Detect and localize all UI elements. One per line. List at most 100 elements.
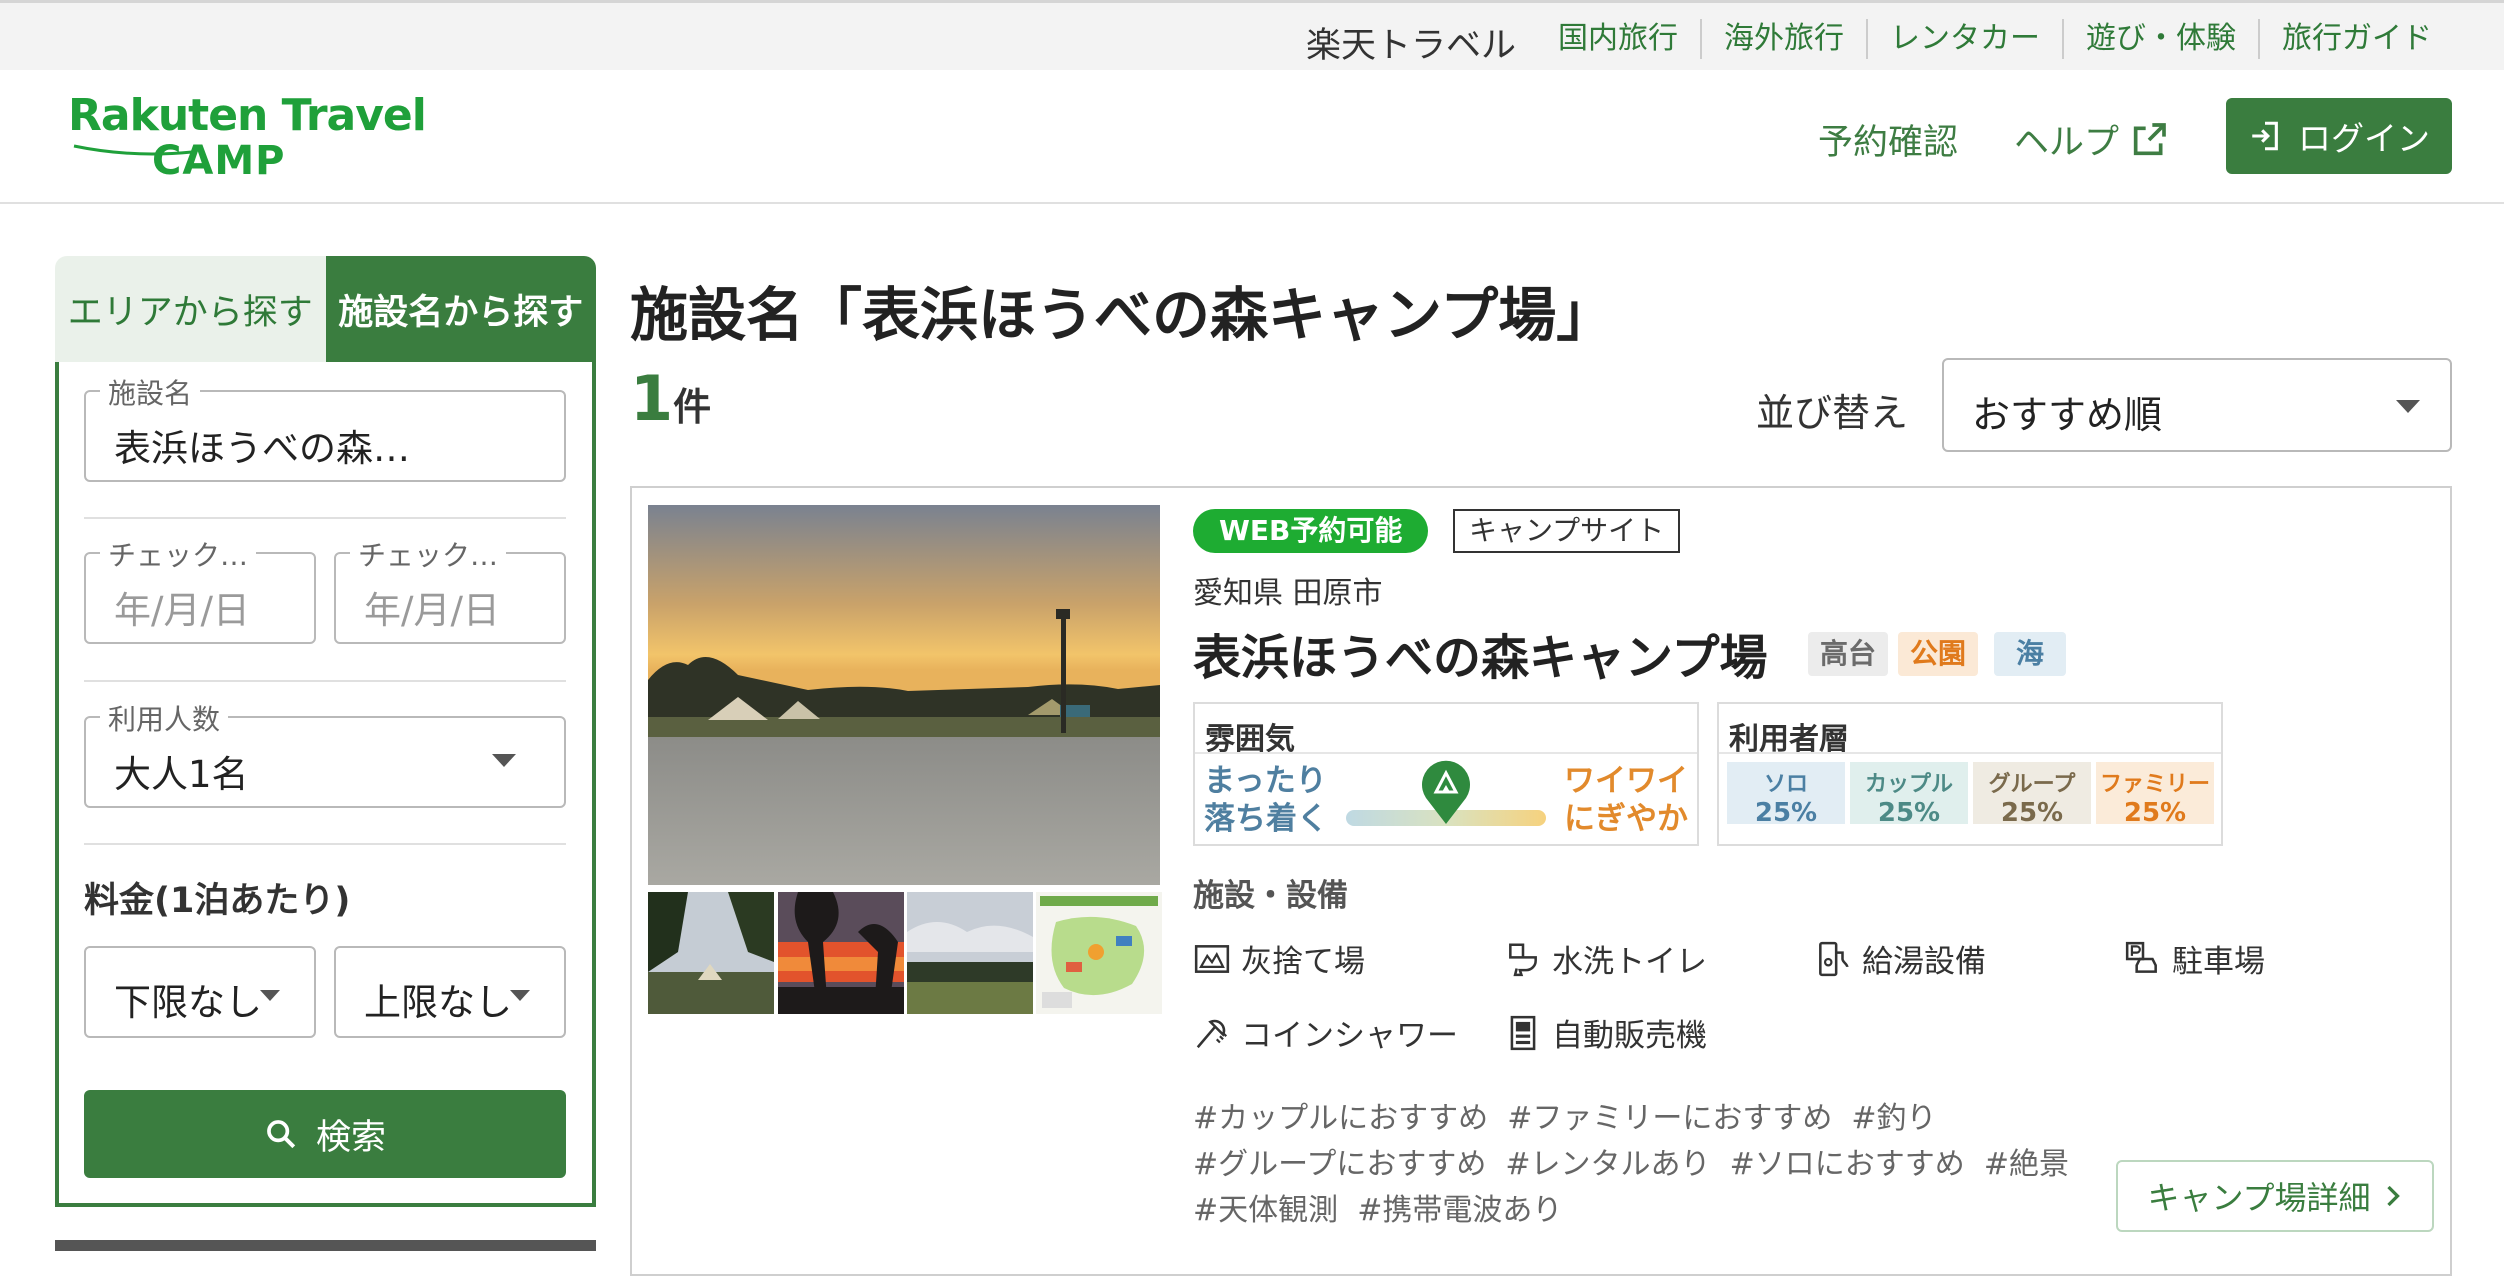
facility-location: 愛知県 田原市 <box>1193 576 1383 611</box>
nav-link-overseas[interactable]: 海外旅行 <box>1700 19 1866 59</box>
reservation-check-link[interactable]: 予約確認 <box>1818 114 1958 165</box>
chevron-down-icon <box>492 754 516 767</box>
campsite-thumb-3[interactable] <box>907 892 1033 1014</box>
global-nav-bar: 楽天トラベル 国内旅行 海外旅行 レンタカー 遊び・体験 旅行ガイド <box>0 0 2504 70</box>
divider <box>1719 752 2221 754</box>
amenity-hot-water: 給湯設備 <box>1814 936 1986 981</box>
sort-value: おすすめ順 <box>1972 393 2163 437</box>
amenity-coin-shower-label: コインシャワー <box>1241 1018 1458 1054</box>
user-family-pct: 25% <box>2123 798 2187 828</box>
rakuten-travel-brand[interactable]: 楽天トラベル <box>1306 17 1516 68</box>
global-nav-links: 国内旅行 海外旅行 レンタカー 遊び・体験 旅行ガイド <box>1536 19 2454 59</box>
user-family: ファミリー 25% <box>2096 762 2214 828</box>
price-min-select[interactable]: 下限なし <box>84 946 316 1038</box>
thumb-photo-3 <box>907 892 1033 1014</box>
tag-highland: 高台 <box>1808 632 1889 676</box>
amenity-hot-water-label: 給湯設備 <box>1862 944 1986 980</box>
campsite-thumb-4[interactable] <box>1036 892 1162 1014</box>
chevron-down-icon <box>2396 400 2420 413</box>
amenity-ash-disposal-label: 灰捨て場 <box>1241 944 1365 980</box>
tab-search-by-area[interactable]: エリアから探す <box>55 256 326 362</box>
logo-text[interactable]: Rakuten Travel <box>68 90 427 141</box>
hot-water-icon <box>1819 941 1849 976</box>
hashtag-list: #カップルにおすすめ #ファミリーにおすすめ #釣り #グループにおすすめ #レ… <box>1193 1096 2069 1234</box>
checkout-placeholder: 年/月/日 <box>364 589 500 632</box>
nav-link-activities[interactable]: 遊び・体験 <box>2062 19 2258 59</box>
user-group: グループ 25% <box>1973 762 2091 828</box>
facility-name[interactable]: 表浜ほうべの森キャンプ場 <box>1193 618 1768 688</box>
campsite-thumb-2[interactable] <box>778 892 904 1014</box>
user-group-pct: 25% <box>2000 798 2064 828</box>
guests-select[interactable]: 利用人数 大人1名 <box>84 698 566 808</box>
checkin-placeholder: 年/月/日 <box>114 589 250 632</box>
checkin-date-field[interactable]: チェック… 年/月/日 <box>84 534 316 644</box>
divider <box>1195 752 1697 754</box>
parking-icon <box>2125 941 2157 973</box>
divider <box>84 680 566 682</box>
amenity-coin-shower: コインシャワー <box>1193 1010 1458 1055</box>
result-count: 1件 <box>630 362 711 435</box>
external-link-icon <box>2133 122 2166 155</box>
user-couple-label: カップル <box>1864 772 1953 797</box>
nav-link-rentacar[interactable]: レンタカー <box>1866 19 2062 59</box>
amenity-flush-toilet-label: 水洗トイレ <box>1552 944 1707 980</box>
user-solo-pct: 25% <box>1754 798 1818 828</box>
campsite-detail-button[interactable]: キャンプ場詳細 <box>2116 1160 2434 1232</box>
search-button[interactable]: 検索 <box>84 1090 566 1178</box>
logo-camp-text[interactable]: CAMP <box>152 138 285 184</box>
facility-name-input[interactable]: 施設名 表浜ほうべの森… <box>84 372 566 482</box>
user-couple: カップル 25% <box>1850 762 1968 828</box>
user-family-label: ファミリー <box>2099 772 2210 797</box>
login-icon <box>2252 121 2278 151</box>
checkin-label: チェック… <box>100 534 257 574</box>
chevron-down-icon <box>260 990 280 1001</box>
checkout-date-field[interactable]: チェック… 年/月/日 <box>334 534 566 644</box>
sort-label: 並び替え <box>1756 391 1909 435</box>
login-label: ログイン <box>2298 119 2430 158</box>
result-count-number: 1 <box>630 362 674 435</box>
site-header: Rakuten Travel CAMP 予約確認 ヘルプ ログイン <box>0 70 2504 204</box>
chevron-down-icon <box>510 990 530 1001</box>
hashtag-line-3[interactable]: #天体観測 #携帯電波あり <box>1193 1188 2069 1234</box>
amenity-flush-toilet: 水洗トイレ <box>1504 936 1707 981</box>
tab-search-by-name[interactable]: 施設名から探す <box>325 256 596 362</box>
atmosphere-calm-line1: まったり <box>1204 763 1327 799</box>
atmosphere-lively-line1: ワイワイ <box>1564 763 1688 799</box>
page-title: 施設名「表浜ほうべの森キャンプ場」 <box>630 281 1615 349</box>
amenities-title: 施設・設備 <box>1193 878 1348 914</box>
search-icon <box>267 1120 296 1149</box>
help-link[interactable]: ヘルプ <box>2014 114 2169 165</box>
user-solo: ソロ 25% <box>1727 762 1845 828</box>
sort-select[interactable]: おすすめ順 <box>1942 358 2452 452</box>
hashtag-line-2[interactable]: #グループにおすすめ #レンタルあり #ソロにおすすめ #絶景 <box>1193 1142 2069 1188</box>
campsite-main-photo[interactable] <box>648 505 1160 885</box>
atmosphere-lively-label: ワイワイ にぎやか <box>1564 762 1688 838</box>
ash-disposal-icon <box>1194 944 1230 973</box>
price-max-select[interactable]: 上限なし <box>334 946 566 1038</box>
amenity-vending-machine: 自動販売機 <box>1504 1010 1707 1055</box>
amenity-parking: 駐車場 <box>2124 936 2265 981</box>
flush-toilet-icon <box>1509 942 1537 976</box>
checkout-label: チェック… <box>350 534 507 574</box>
web-booking-badge: WEB予約可能 <box>1193 509 1429 553</box>
nav-link-domestic[interactable]: 国内旅行 <box>1536 19 1700 59</box>
nav-link-guide[interactable]: 旅行ガイド <box>2258 19 2454 59</box>
hashtag-line-1[interactable]: #カップルにおすすめ #ファミリーにおすすめ #釣り <box>1193 1096 2069 1142</box>
price-max-value: 上限なし <box>364 981 512 1024</box>
vending-machine-icon <box>1510 1015 1536 1050</box>
price-min-value: 下限なし <box>114 981 262 1024</box>
chevron-right-icon <box>2386 1185 2400 1207</box>
thumb-photo-2 <box>778 892 904 1014</box>
atmosphere-lively-line2: にぎやか <box>1564 801 1688 837</box>
campsite-thumb-1[interactable] <box>648 892 774 1014</box>
tag-park: 公園 <box>1898 632 1979 676</box>
amenity-parking-label: 駐車場 <box>2172 944 2265 980</box>
thumb-campsite-map <box>1036 892 1162 1014</box>
campsite-detail-label: キャンプ場詳細 <box>2147 1179 2371 1217</box>
sidebar-footer-bar <box>55 1240 596 1251</box>
thumb-photo-1 <box>648 892 774 1014</box>
atmosphere-calm-line2: 落ち着く <box>1204 801 1328 837</box>
login-button[interactable]: ログイン <box>2226 98 2452 174</box>
amenity-vending-machine-label: 自動販売機 <box>1552 1018 1707 1054</box>
campsite-sunset-photo <box>648 505 1160 885</box>
